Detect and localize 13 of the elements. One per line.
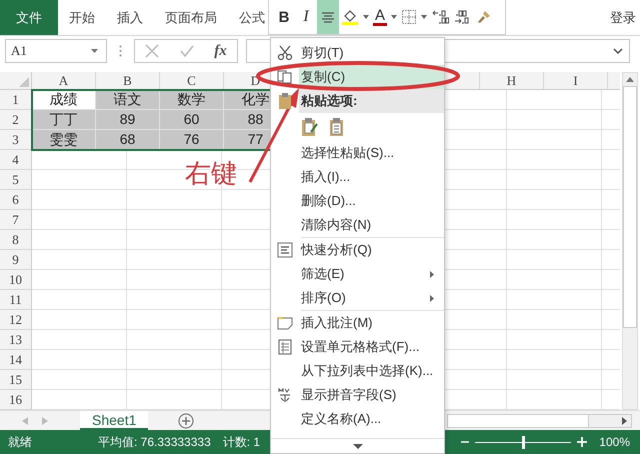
table-cell: 60 — [160, 110, 224, 130]
table-cell: 76 — [160, 130, 224, 150]
table-cell: 89 — [96, 110, 160, 130]
annotation-label: 右键 — [185, 158, 237, 191]
average-text: 平均值: 76.33333333 — [98, 434, 211, 450]
status-text: 就绪 — [8, 434, 32, 450]
table-cell: 68 — [96, 130, 160, 150]
table-cell: 语文 — [96, 90, 160, 110]
count-text: 计数: 1 — [222, 434, 260, 450]
table-cell: 丁丁 — [32, 110, 96, 130]
table-cell: 数学 — [160, 90, 224, 110]
paste-options-header: 粘贴选项: — [299, 89, 444, 113]
table-cell: 雯雯 — [32, 130, 96, 150]
